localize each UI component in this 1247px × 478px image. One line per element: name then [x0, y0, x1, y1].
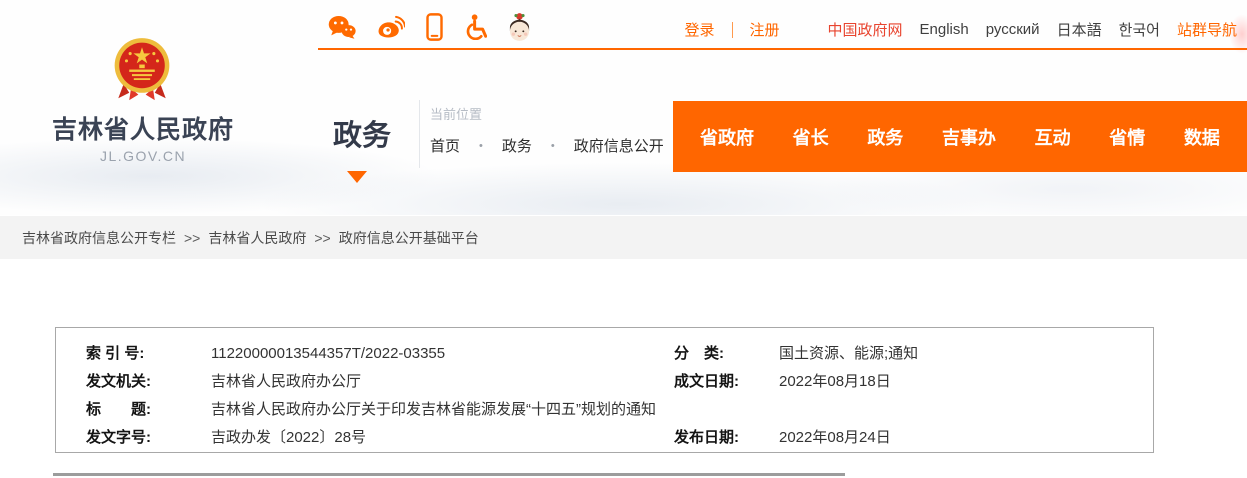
table-row: 索 引 号: 11220000013544357T/2022-03355 分 类… — [86, 340, 1153, 368]
nav-item-interaction[interactable]: 互动 — [1035, 124, 1071, 150]
publish-date-value: 2022年08月24日 — [779, 424, 1153, 452]
doc-number-value: 吉政办发〔2022〕28号 — [211, 424, 674, 452]
category-label: 分 类: — [674, 340, 779, 368]
nav-item-zhengwu[interactable]: 政务 — [867, 124, 903, 150]
platform-crumb-provincial-gov[interactable]: 吉林省人民政府 — [208, 228, 306, 248]
breadcrumb-dot-icon: • — [551, 140, 555, 152]
issuing-agency-label: 发文机关: — [86, 368, 211, 396]
login-register-divider — [732, 22, 733, 38]
section-title-zhengwu: 政务 — [333, 112, 391, 154]
wechat-icon[interactable] — [328, 15, 356, 39]
caret-down-icon — [347, 171, 367, 183]
social-icon-bar — [328, 11, 531, 42]
lang-english-link[interactable]: English — [920, 21, 969, 38]
weibo-icon[interactable] — [377, 15, 405, 39]
doc-info-table: 索 引 号: 11220000013544357T/2022-03355 分 类… — [55, 327, 1154, 453]
header-accent-line — [318, 48, 1247, 50]
header-vertical-divider — [419, 100, 420, 168]
accessibility-icon[interactable] — [464, 13, 487, 40]
platform-crumb-separator: >> — [314, 230, 330, 246]
lang-russian-link[interactable]: русский — [986, 21, 1040, 38]
platform-crumb-special-column[interactable]: 吉林省政府信息公开专栏 — [22, 228, 176, 248]
publish-date-label: 发布日期: — [674, 424, 779, 452]
current-location-label: 当前位置 — [430, 104, 482, 123]
main-nav: 省政府 省长 政务 吉事办 互动 省情 数据 — [673, 101, 1247, 172]
category-value: 国土资源、能源;通知 — [779, 340, 1153, 368]
register-link[interactable]: 注册 — [750, 19, 780, 40]
gov-cn-link[interactable]: 中国政府网 — [828, 19, 903, 40]
title-value: 吉林省人民政府办公厅关于印发吉林省能源发展“十四五”规划的通知 — [211, 396, 1153, 424]
table-row: 标 题: 吉林省人民政府办公厅关于印发吉林省能源发展“十四五”规划的通知 — [86, 396, 1153, 424]
breadcrumb-info-disclosure[interactable]: 政府信息公开 — [574, 135, 664, 156]
national-emblem-logo[interactable] — [111, 36, 173, 109]
nav-item-data[interactable]: 数据 — [1184, 124, 1220, 150]
site-group-nav-link[interactable]: 站群导航 — [1177, 19, 1237, 40]
date-written-label: 成文日期: — [674, 368, 779, 396]
table-row: 发文字号: 吉政办发〔2022〕28号 发布日期: 2022年08月24日 — [86, 424, 1153, 452]
site-title: 吉林省人民政府 — [33, 110, 253, 146]
nav-item-governor[interactable]: 省长 — [793, 124, 829, 150]
platform-crumb-base-platform[interactable]: 政府信息公开基础平台 — [339, 228, 479, 248]
nav-item-jishiban[interactable]: 吉事办 — [942, 124, 996, 150]
page: 登录 注册 中国政府网 English русский 日本語 한국어 站群导航 — [0, 0, 1247, 478]
issuing-agency-value: 吉林省人民政府办公厅 — [211, 368, 674, 396]
breadcrumb-zhengwu[interactable]: 政务 — [502, 135, 532, 156]
site-domain: JL.GOV.CN — [33, 148, 253, 164]
lang-korean-link[interactable]: 한국어 — [1119, 19, 1160, 40]
mobile-icon[interactable] — [426, 13, 443, 41]
nav-item-province-info[interactable]: 省情 — [1109, 124, 1145, 150]
doc-number-label: 发文字号: — [86, 424, 211, 452]
lang-japanese-link[interactable]: 日本語 — [1057, 19, 1102, 40]
mascot-icon[interactable] — [508, 11, 531, 42]
table-row: 发文机关: 吉林省人民政府办公厅 成文日期: 2022年08月18日 — [86, 368, 1153, 396]
platform-breadcrumb-bar: 吉林省政府信息公开专栏 >> 吉林省人民政府 >> 政府信息公开基础平台 — [0, 216, 1247, 259]
date-written-value: 2022年08月18日 — [779, 368, 1153, 396]
top-link-bar: 登录 注册 中国政府网 English русский 日本語 한국어 站群导航 — [684, 19, 1237, 40]
bottom-divider-rule — [53, 473, 845, 476]
index-number-label: 索 引 号: — [86, 340, 211, 368]
title-label: 标 题: — [86, 396, 211, 424]
login-link[interactable]: 登录 — [684, 19, 714, 40]
platform-crumb-separator: >> — [184, 230, 200, 246]
site-header: 登录 注册 中国政府网 English русский 日本語 한국어 站群导航 — [0, 0, 1247, 215]
breadcrumb-home[interactable]: 首页 — [430, 135, 460, 156]
breadcrumb: 首页 • 政务 • 政府信息公开 — [430, 135, 664, 156]
breadcrumb-dot-icon: • — [479, 140, 483, 152]
nav-item-provincial-gov[interactable]: 省政府 — [700, 124, 754, 150]
index-number-value: 11220000013544357T/2022-03355 — [211, 340, 674, 368]
